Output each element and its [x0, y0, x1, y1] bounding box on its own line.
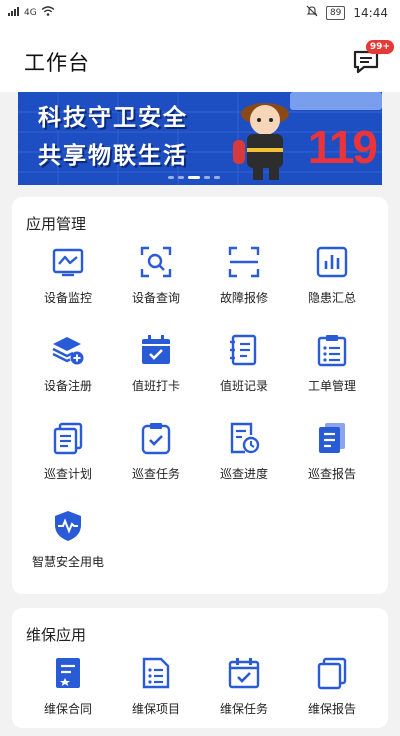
app-label: 隐患汇总 [307, 291, 356, 305]
message-count-badge: 99+ [365, 40, 394, 54]
app-fault-report[interactable]: 故障报修 [200, 237, 288, 325]
app-header: 工作台 99+ [0, 28, 400, 92]
calendar-check-icon [139, 333, 173, 367]
promo-banner[interactable]: 科技守卫安全 共享物联生活 119 [18, 92, 382, 185]
maintenance-apps-card: 维保应用 维保合同 维保项目 维保任务 维保报告 [12, 608, 388, 728]
shield-pulse-icon [51, 509, 85, 543]
app-duty-records[interactable]: 值班记录 [200, 325, 288, 413]
app-patrol-report[interactable]: 巡查报告 [288, 413, 376, 501]
app-label: 设备查询 [131, 291, 180, 305]
carousel-dot[interactable] [214, 176, 220, 179]
carousel-dot[interactable] [168, 176, 174, 179]
app-label: 设备注册 [43, 379, 92, 393]
notebook-icon [227, 333, 261, 367]
app-patrol-tasks[interactable]: 巡查任务 [112, 413, 200, 501]
app-label: 巡查计划 [43, 467, 92, 481]
app-label: 值班记录 [219, 379, 268, 393]
contract-icon [51, 656, 85, 690]
app-maintenance-contract[interactable]: 维保合同 [24, 648, 112, 736]
app-label: 巡查报告 [307, 467, 356, 481]
calendar-check-icon [227, 656, 261, 690]
network-type: 4G [24, 7, 37, 18]
report-icon [315, 421, 349, 455]
app-maintenance-report[interactable]: 维保报告 [288, 648, 376, 736]
app-management-card: 应用管理 设备监控 设备查询 故障报修 隐患汇总 设备注册 值班打卡 值班记录 … [12, 197, 388, 594]
scan-search-icon [139, 245, 173, 279]
app-label: 维保合同 [43, 702, 92, 716]
list-doc-icon [139, 656, 173, 690]
app-patrol-progress[interactable]: 巡查进度 [200, 413, 288, 501]
app-label: 智慧安全用电 [31, 555, 104, 569]
section-title: 维保应用 [26, 626, 87, 644]
section-title: 应用管理 [26, 215, 87, 233]
app-device-register[interactable]: 设备注册 [24, 325, 112, 413]
app-label: 巡查任务 [131, 467, 180, 481]
bar-chart-icon [315, 245, 349, 279]
app-label: 值班打卡 [131, 379, 180, 393]
signal-icon [8, 6, 20, 19]
clock: 14:44 [353, 5, 388, 20]
app-device-query[interactable]: 设备查询 [112, 237, 200, 325]
app-maintenance-projects[interactable]: 维保项目 [112, 648, 200, 736]
app-label: 巡查进度 [219, 467, 268, 481]
app-grid: 设备监控 设备查询 故障报修 隐患汇总 设备注册 值班打卡 值班记录 工单管理 … [12, 237, 400, 589]
document-clock-icon [227, 421, 261, 455]
app-device-monitor[interactable]: 设备监控 [24, 237, 112, 325]
wifi-icon [41, 6, 55, 19]
banner-headline: 科技守卫安全 [38, 105, 188, 131]
carousel-dot[interactable] [178, 176, 184, 179]
status-bar: 4G 89 14:44 [0, 0, 400, 28]
battery-indicator: 89 [325, 5, 346, 20]
documents-icon [51, 421, 85, 455]
app-label: 故障报修 [219, 291, 268, 305]
app-smart-electric-safety[interactable]: 智慧安全用电 [24, 501, 112, 589]
banner-emergency-number: 119 [307, 121, 378, 173]
carousel-dot-active[interactable] [188, 176, 200, 179]
app-label: 维保项目 [131, 702, 180, 716]
app-maintenance-tasks[interactable]: 维保任务 [200, 648, 288, 736]
scan-frame-icon [227, 245, 261, 279]
page-title: 工作台 [24, 51, 90, 75]
documents-icon [315, 656, 349, 690]
app-label: 设备监控 [43, 291, 92, 305]
app-duty-checkin[interactable]: 值班打卡 [112, 325, 200, 413]
layers-add-icon [51, 333, 85, 367]
app-patrol-plan[interactable]: 巡查计划 [24, 413, 112, 501]
banner-subheadline: 共享物联生活 [38, 143, 188, 169]
app-label: 工单管理 [307, 379, 356, 393]
monitor-icon [51, 245, 85, 279]
app-hazard-summary[interactable]: 隐患汇总 [288, 237, 376, 325]
messages-button[interactable]: 99+ [348, 40, 394, 78]
app-label: 维保报告 [307, 702, 356, 716]
app-label: 维保任务 [219, 702, 268, 716]
carousel-dot[interactable] [204, 176, 210, 179]
clipboard-list-icon [315, 333, 349, 367]
carousel-indicator[interactable] [168, 176, 220, 179]
maintenance-grid: 维保合同 维保项目 维保任务 维保报告 [12, 648, 400, 736]
app-work-orders[interactable]: 工单管理 [288, 325, 376, 413]
clipboard-check-icon [139, 421, 173, 455]
mute-icon [306, 5, 318, 20]
